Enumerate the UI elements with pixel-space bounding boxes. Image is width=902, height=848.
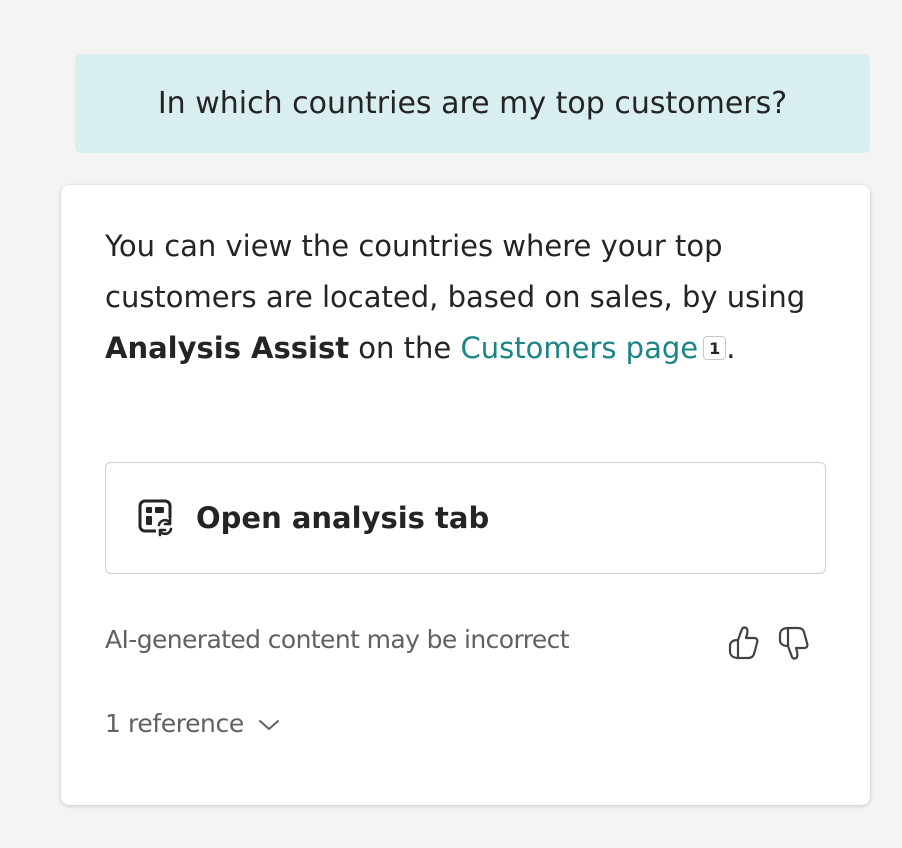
ai-disclaimer: AI-generated content may be incorrect xyxy=(105,625,570,654)
references-label: 1 reference xyxy=(105,709,244,738)
analysis-tab-icon xyxy=(138,498,174,538)
feedback-group xyxy=(726,625,810,661)
citation-badge[interactable]: 1 xyxy=(703,336,727,360)
chevron-down-icon xyxy=(258,717,280,731)
response-strong-feature: Analysis Assist xyxy=(105,331,350,365)
response-text: You can view the countries where your to… xyxy=(105,221,830,374)
user-message-text: In which countries are my top customers? xyxy=(157,86,788,121)
open-analysis-tab-label: Open analysis tab xyxy=(196,501,490,535)
user-message-bubble: In which countries are my top customers? xyxy=(75,54,870,153)
thumbs-down-icon[interactable] xyxy=(776,625,810,661)
customers-page-link[interactable]: Customers page xyxy=(460,331,698,365)
open-analysis-tab-button[interactable]: Open analysis tab xyxy=(105,462,826,574)
references-toggle[interactable]: 1 reference xyxy=(105,709,280,738)
thumbs-up-icon[interactable] xyxy=(726,625,760,661)
response-card: You can view the countries where your to… xyxy=(61,185,870,805)
response-text-end: . xyxy=(726,331,736,365)
response-text-middle: on the xyxy=(349,331,461,365)
response-text-intro: You can view the countries where your to… xyxy=(105,229,806,314)
